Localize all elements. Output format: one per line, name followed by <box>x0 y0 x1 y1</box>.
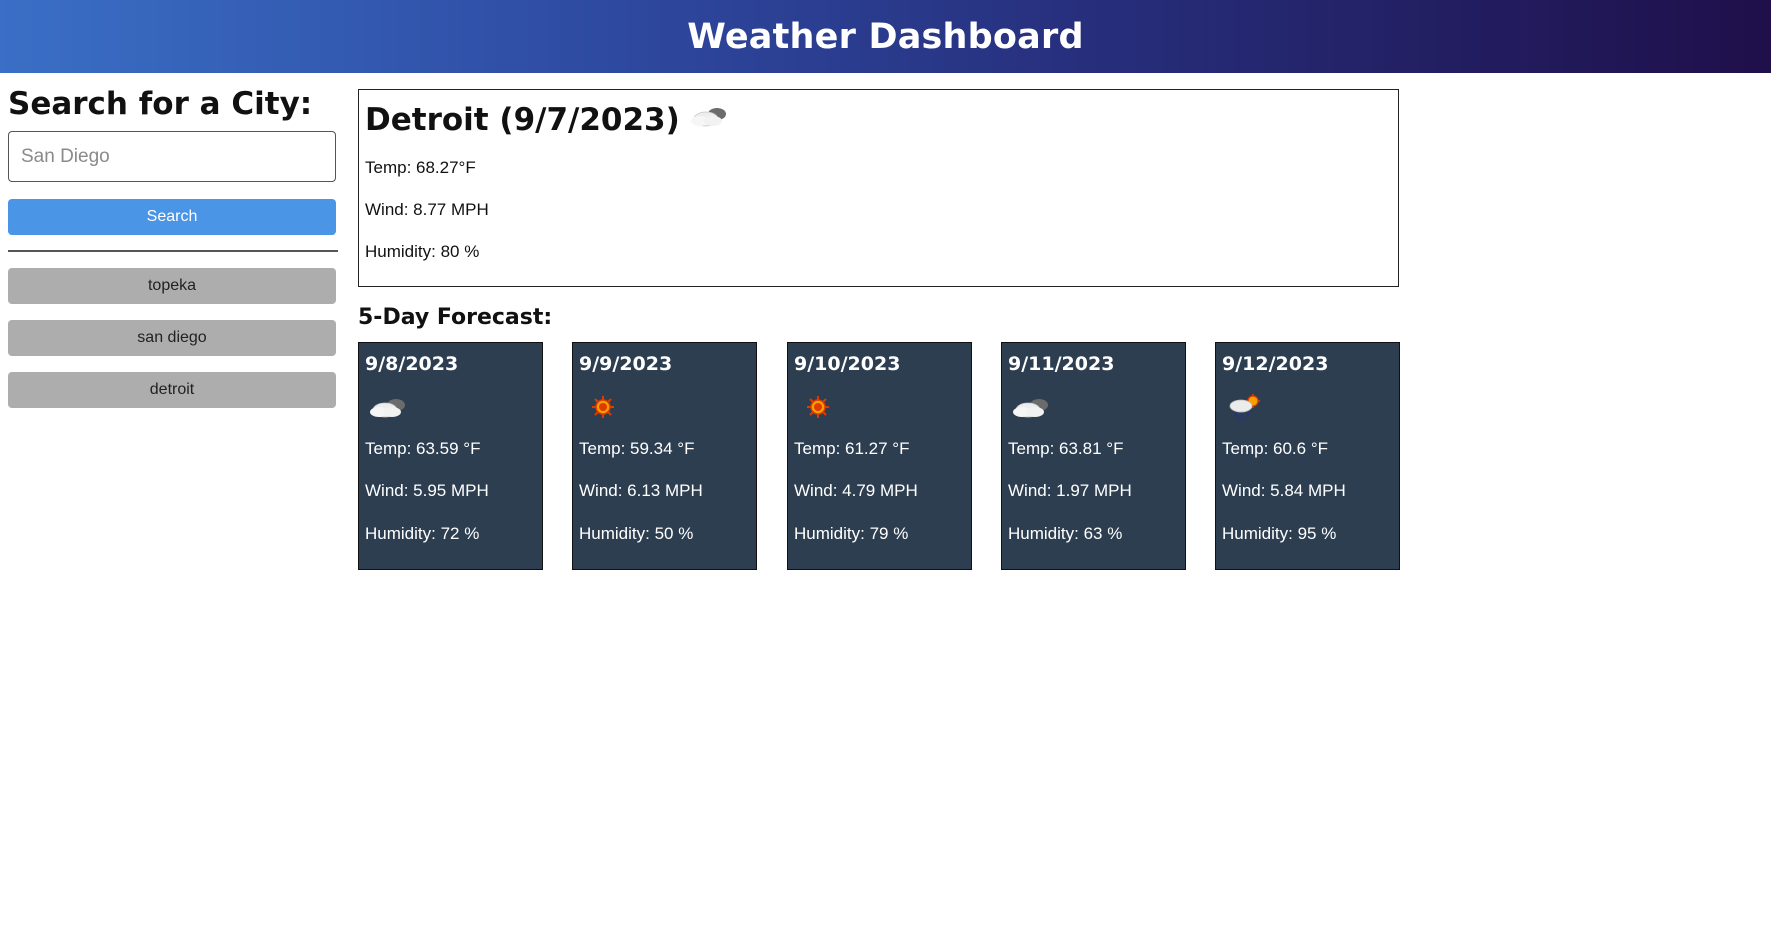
forecast-humidity: Humidity: 79 % <box>794 524 909 543</box>
rain-sun-icon <box>1224 393 1268 426</box>
forecast-temp: Temp: 59.34 °F <box>579 439 695 458</box>
app-header: Weather Dashboard <box>0 0 1771 73</box>
forecast-wind: Wind: 6.13 MPH <box>579 481 703 500</box>
sun-icon <box>581 393 625 426</box>
current-weather-panel: Detroit (9/7/2023) Temp: 68.27°F Wind: 8… <box>358 89 1399 287</box>
search-heading: Search for a City: <box>8 86 313 122</box>
forecast-heading: 5-Day Forecast: <box>358 305 553 330</box>
forecast-wind: Wind: 5.84 MPH <box>1222 481 1346 500</box>
forecast-temp: Temp: 63.81 °F <box>1008 439 1124 458</box>
forecast-date: 9/12/2023 <box>1222 353 1329 375</box>
forecast-temp: Temp: 61.27 °F <box>794 439 910 458</box>
city-search-input[interactable] <box>8 131 336 182</box>
current-city-date: Detroit (9/7/2023) <box>365 102 680 138</box>
forecast-humidity: Humidity: 95 % <box>1222 524 1337 543</box>
sun-icon <box>796 393 840 426</box>
current-humidity: Humidity: 80 % <box>365 242 480 261</box>
forecast-temp: Temp: 60.6 °F <box>1222 439 1329 458</box>
forecast-date: 9/8/2023 <box>365 353 459 375</box>
forecast-wind: Wind: 5.95 MPH <box>365 481 489 500</box>
history-button-detroit[interactable]: detroit <box>8 372 336 408</box>
forecast-wind: Wind: 4.79 MPH <box>794 481 918 500</box>
history-button-san-diego[interactable]: san diego <box>8 320 336 356</box>
forecast-humidity: Humidity: 50 % <box>579 524 694 543</box>
cloud-icon <box>1010 393 1054 426</box>
history-button-topeka[interactable]: topeka <box>8 268 336 304</box>
forecast-date: 9/9/2023 <box>579 353 673 375</box>
forecast-card: 9/11/2023 Temp: 63.81 °F Wind: 1.97 MPH … <box>1001 342 1186 570</box>
search-button[interactable]: Search <box>8 199 336 235</box>
forecast-card: 9/8/2023 Temp: 63.59 °F Wind: 5.95 MPH H… <box>358 342 543 570</box>
forecast-card: 9/9/2023 Temp: 59.34 °F Wind: 6.13 MPH H… <box>572 342 757 570</box>
divider <box>8 250 338 252</box>
forecast-humidity: Humidity: 63 % <box>1008 524 1123 543</box>
current-temp: Temp: 68.27°F <box>365 158 476 177</box>
current-weather-heading: Detroit (9/7/2023) <box>365 100 1392 140</box>
cloud-icon <box>367 393 411 426</box>
forecast-humidity: Humidity: 72 % <box>365 524 480 543</box>
forecast-temp: Temp: 63.59 °F <box>365 439 481 458</box>
forecast-card: 9/10/2023 Temp: 61.27 °F Wind: 4.79 MPH … <box>787 342 972 570</box>
search-sidebar: Search for a City: Search topeka san die… <box>8 82 338 408</box>
forecast-date: 9/11/2023 <box>1008 353 1115 375</box>
forecast-date: 9/10/2023 <box>794 353 901 375</box>
page-title: Weather Dashboard <box>687 16 1084 57</box>
cloud-icon <box>688 100 732 140</box>
forecast-card: 9/12/2023 Temp: 60.6 °F Wind: 5.84 MPH H… <box>1215 342 1400 570</box>
forecast-wind: Wind: 1.97 MPH <box>1008 481 1132 500</box>
current-wind: Wind: 8.77 MPH <box>365 200 489 219</box>
